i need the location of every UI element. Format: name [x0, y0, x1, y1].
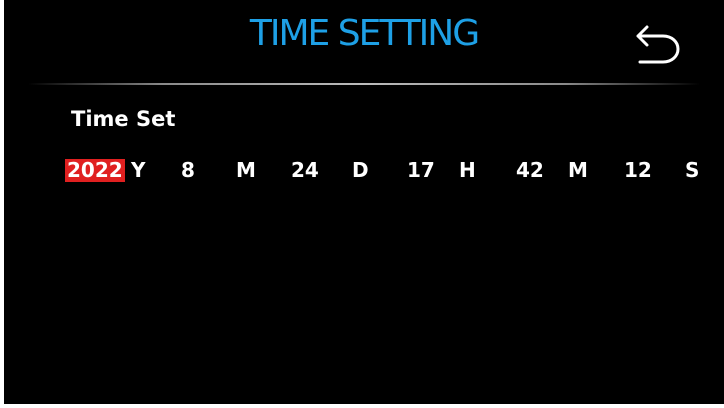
year-unit-label: Y: [131, 158, 146, 182]
minute-unit-label: M: [568, 158, 588, 182]
day-field[interactable]: 24: [291, 155, 319, 185]
day-unit-label: D: [352, 158, 369, 182]
month-unit-label: M: [236, 158, 256, 182]
second-unit-label: S: [685, 158, 700, 182]
page-title: TIME SETTING: [249, 13, 480, 54]
month-field[interactable]: 8: [181, 155, 195, 185]
minute-field[interactable]: 42: [516, 155, 544, 185]
header-divider: [28, 83, 700, 85]
back-arrow-icon: [636, 25, 680, 64]
section-label: Time Set: [71, 107, 176, 131]
back-button[interactable]: [630, 20, 682, 66]
hour-field[interactable]: 17: [407, 155, 435, 185]
screen: TIME SETTING Time Set 2022 Y 8 M 24 D 17…: [4, 0, 724, 404]
year-field[interactable]: 2022: [65, 159, 125, 182]
hour-unit-label: H: [459, 158, 476, 182]
second-field[interactable]: 12: [624, 155, 652, 185]
